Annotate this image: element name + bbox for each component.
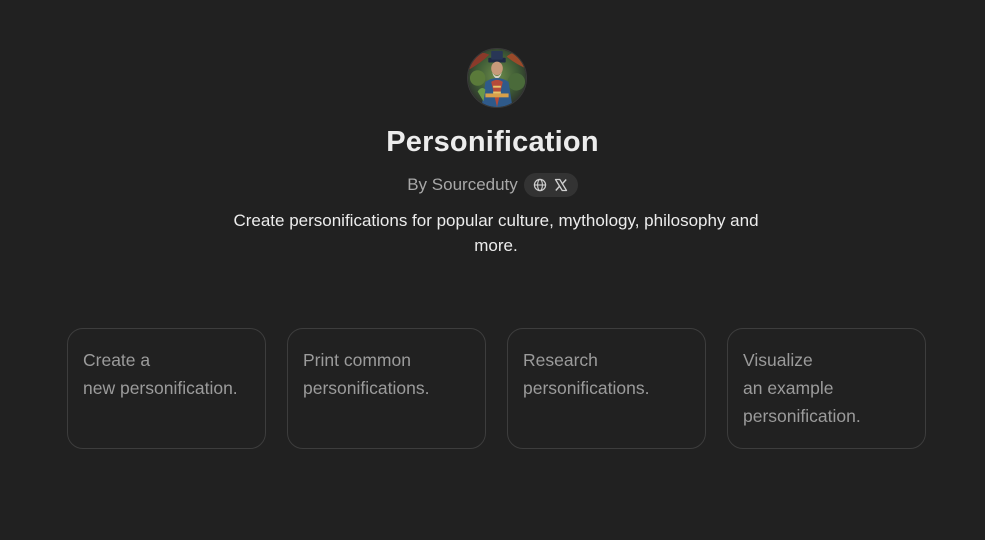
gpt-landing: Personification By Sourceduty Create per… bbox=[0, 0, 985, 540]
starter-text-line: Print common bbox=[303, 350, 411, 370]
robed-figure-avatar-icon bbox=[468, 49, 526, 107]
author-label: By Sourceduty bbox=[407, 175, 518, 194]
conversation-starters: Create a new personification. Print comm… bbox=[67, 328, 926, 449]
starter-text-line: Research bbox=[523, 350, 598, 370]
starter-card[interactable]: Research personifications. bbox=[507, 328, 706, 449]
starter-text-line: new personification. bbox=[83, 378, 238, 398]
starter-text-line: Visualize bbox=[743, 350, 813, 370]
x-logo-icon[interactable] bbox=[554, 178, 569, 193]
gpt-avatar bbox=[467, 48, 527, 108]
starter-card[interactable]: Visualize an example personification. bbox=[727, 328, 926, 449]
starter-text-line: Create a bbox=[83, 350, 151, 370]
gpt-description: Create personifications for popular cult… bbox=[233, 211, 759, 255]
globe-icon[interactable] bbox=[533, 178, 548, 193]
starter-text-line: personification. bbox=[743, 406, 861, 426]
starter-card[interactable]: Create a new personification. bbox=[67, 328, 266, 449]
starter-text-line: personifications. bbox=[523, 378, 650, 398]
gpt-name: Personification bbox=[386, 126, 599, 158]
byline: By Sourceduty bbox=[0, 173, 985, 197]
starter-text-line: an example bbox=[743, 378, 834, 398]
starter-text-line: personifications. bbox=[303, 378, 430, 398]
social-links bbox=[523, 173, 578, 197]
starter-card[interactable]: Print common personifications. bbox=[287, 328, 486, 449]
